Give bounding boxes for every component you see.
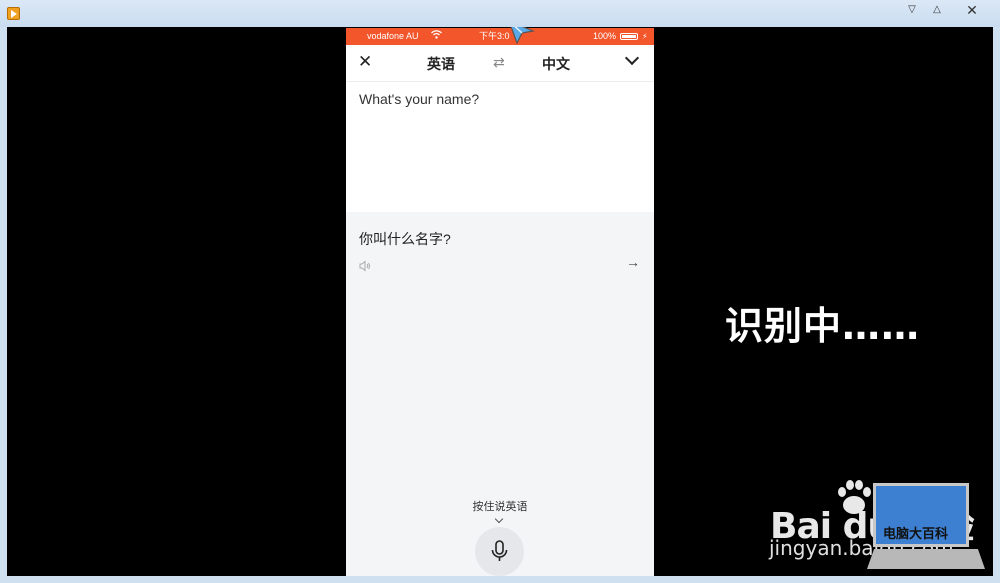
phone-status-bar: vodafone AU 下午3:0 100% ⚡ — [346, 28, 654, 51]
window-titlebar: ▽ △ ✕ — [0, 0, 1000, 27]
wifi-icon — [431, 28, 442, 45]
status-time: 下午3:0 — [479, 31, 510, 41]
app-icon[interactable] — [7, 7, 20, 20]
laptop-logo-text: 电脑大百科 — [883, 527, 949, 542]
window-frame-bottom — [0, 576, 1000, 583]
hold-to-speak-hint: 按住说英语 — [472, 501, 528, 513]
recognizing-caption: 识别中…… — [725, 304, 921, 348]
source-language-button[interactable]: 英语 — [427, 54, 455, 74]
source-text: What's your name? — [359, 91, 480, 107]
chevron-down-icon[interactable] — [624, 50, 640, 66]
target-language-button[interactable]: 中文 — [542, 54, 570, 74]
maximize-button[interactable]: △ — [925, 2, 949, 18]
translation-text: 你叫什么名字? — [359, 231, 451, 247]
arrow-right-icon[interactable]: → — [626, 254, 640, 270]
close-window-button[interactable]: ✕ — [960, 2, 984, 18]
swap-languages-icon[interactable]: ⇄ — [493, 54, 505, 71]
charging-icon: ⚡ — [642, 32, 648, 41]
microphone-button[interactable] — [475, 527, 524, 576]
carrier-label: vodafone AU — [367, 31, 419, 41]
battery-icon — [620, 33, 638, 40]
laptop-base — [867, 549, 985, 569]
laptop-logo: 电脑大百科 — [867, 483, 987, 575]
battery-percent: 100% — [593, 31, 617, 41]
translator-header: ✕ 英语 ⇄ 中文 — [346, 45, 654, 82]
source-text-area[interactable]: What's your name? — [346, 82, 654, 212]
microphone-icon — [491, 540, 508, 561]
mouse-cursor-icon — [510, 27, 536, 45]
close-icon[interactable]: ✕ — [358, 53, 372, 71]
video-area: vodafone AU 下午3:0 100% ⚡ ✕ 英语 ⇄ 中文 What'… — [7, 27, 993, 576]
window-menu-button[interactable]: ▽ — [900, 2, 924, 18]
phone-screen: vodafone AU 下午3:0 100% ⚡ ✕ 英语 ⇄ 中文 What'… — [346, 28, 654, 576]
window-frame-left — [0, 27, 7, 583]
window-frame-right — [993, 27, 1000, 583]
signal-icon — [351, 34, 365, 51]
speaker-icon[interactable] — [359, 259, 371, 272]
